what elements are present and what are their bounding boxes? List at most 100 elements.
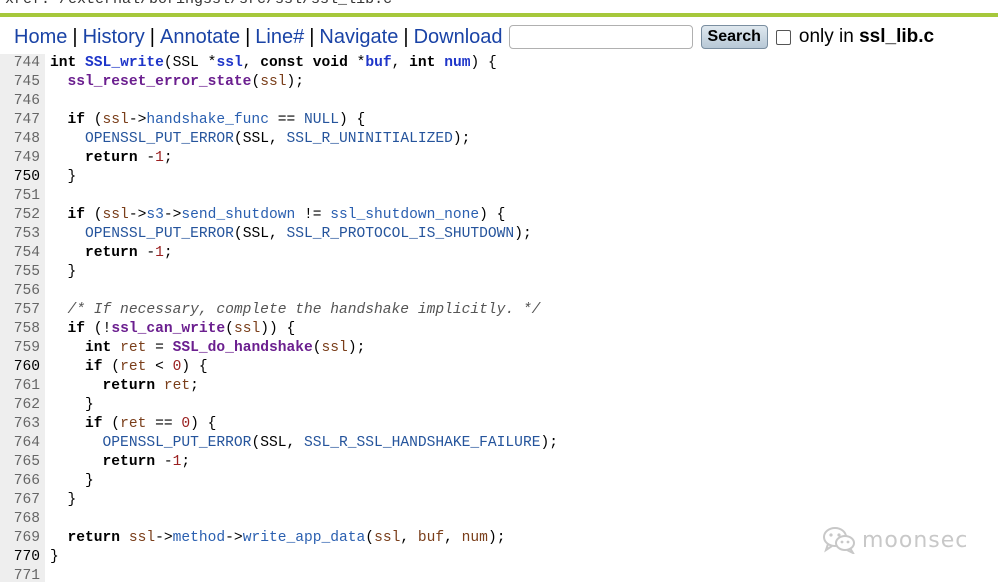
punctuation-token: , xyxy=(400,530,418,546)
line-number-link[interactable]: 750 xyxy=(0,168,45,187)
variable-token[interactable]: buf xyxy=(418,530,444,546)
line-number-link[interactable]: 747 xyxy=(0,111,45,130)
line-number-link[interactable]: 759 xyxy=(0,339,45,358)
code-line: 756 xyxy=(0,282,998,301)
punctuation-token: , xyxy=(268,131,287,147)
line-numbers-link[interactable]: Line# xyxy=(255,26,304,49)
variable-token[interactable]: ssl xyxy=(103,207,129,223)
variable-token[interactable]: ssl xyxy=(322,340,348,356)
line-number-link[interactable]: 746 xyxy=(0,92,45,111)
macro-token[interactable]: SSL_R_UNINITIALIZED xyxy=(286,131,452,147)
line-number-link[interactable]: 760 xyxy=(0,358,45,377)
line-number-link[interactable]: 771 xyxy=(0,567,45,582)
line-number-link[interactable]: 744 xyxy=(0,54,45,73)
punctuation-token xyxy=(50,207,68,223)
macro-token[interactable]: SSL_R_SSL_HANDSHAKE_FAILURE xyxy=(304,435,540,451)
line-number-link[interactable]: 756 xyxy=(0,282,45,301)
variable-token[interactable]: ssl xyxy=(103,112,129,128)
variable-token[interactable]: ret xyxy=(120,340,146,356)
variable-token[interactable]: ret xyxy=(164,378,190,394)
line-number-link[interactable]: 763 xyxy=(0,415,45,434)
line-number-link[interactable]: 761 xyxy=(0,377,45,396)
xref-path-link[interactable]: /external/boringssl/src/ssl/ssl_lib.c xyxy=(59,0,392,8)
code-text: } xyxy=(45,492,77,508)
punctuation-token: ; xyxy=(163,150,173,166)
line-number-link[interactable]: 757 xyxy=(0,301,45,320)
variable-token[interactable]: ret xyxy=(120,416,146,432)
line-number-link[interactable]: 752 xyxy=(0,206,45,225)
code-text: } xyxy=(45,397,94,413)
punctuation-token: ( xyxy=(233,226,243,242)
definition-token[interactable]: SSL_write xyxy=(85,55,164,71)
variable-token[interactable]: ssl xyxy=(234,321,260,337)
code-text: OPENSSL_PUT_ERROR(SSL, SSL_R_SSL_HANDSHA… xyxy=(45,435,558,451)
only-in-file-checkbox[interactable] xyxy=(775,29,791,45)
member-token[interactable]: handshake_func xyxy=(146,112,269,128)
line-number-link[interactable]: 767 xyxy=(0,491,45,510)
code-text: /* If necessary, complete the handshake … xyxy=(45,302,541,318)
line-number-link[interactable]: 753 xyxy=(0,225,45,244)
macro-token[interactable]: SSL_R_PROTOCOL_IS_SHUTDOWN xyxy=(286,226,514,242)
line-number-link[interactable]: 745 xyxy=(0,73,45,92)
keyword-token: return xyxy=(85,150,138,166)
definition-token[interactable]: buf xyxy=(365,55,391,71)
line-number-link[interactable]: 754 xyxy=(0,244,45,263)
function-call-token[interactable]: ssl_can_write xyxy=(111,321,225,337)
variable-token[interactable]: ssl xyxy=(129,530,155,546)
member-token[interactable]: s3 xyxy=(146,207,164,223)
line-number-link[interactable]: 762 xyxy=(0,396,45,415)
variable-token[interactable]: num xyxy=(462,530,488,546)
type-token[interactable]: SSL xyxy=(243,131,269,147)
keyword-token: if xyxy=(85,416,103,432)
navigate-link[interactable]: Navigate xyxy=(319,26,398,49)
line-number-link[interactable]: 748 xyxy=(0,130,45,149)
definition-token[interactable]: ssl xyxy=(216,55,242,71)
member-token[interactable]: send_shutdown xyxy=(181,207,295,223)
history-link[interactable]: History xyxy=(83,26,145,49)
line-number-link[interactable]: 764 xyxy=(0,434,45,453)
line-number-link[interactable]: 751 xyxy=(0,187,45,206)
macro-token[interactable]: OPENSSL_PUT_ERROR xyxy=(85,226,234,242)
punctuation-token: - xyxy=(137,150,156,166)
punctuation-token xyxy=(50,321,68,337)
code-text: if (!ssl_can_write(ssl)) { xyxy=(45,321,296,337)
keyword-token: int xyxy=(85,340,112,356)
type-token[interactable]: SSL xyxy=(173,55,199,71)
only-in-file-label: only in ssl_lib.c xyxy=(799,26,934,48)
variable-token[interactable]: ret xyxy=(120,359,146,375)
search-button[interactable]: Search xyxy=(700,25,768,49)
type-token[interactable]: SSL xyxy=(243,226,269,242)
macro-token[interactable]: OPENSSL_PUT_ERROR xyxy=(85,131,234,147)
search-input[interactable] xyxy=(508,25,693,49)
macro-token[interactable]: OPENSSL_PUT_ERROR xyxy=(103,435,252,451)
function-call-token[interactable]: ssl_reset_error_state xyxy=(68,74,252,90)
code-line: 764 OPENSSL_PUT_ERROR(SSL, SSL_R_SSL_HAN… xyxy=(0,434,998,453)
line-number-link[interactable]: 769 xyxy=(0,529,45,548)
code-line: 759 int ret = SSL_do_handshake(ssl); xyxy=(0,339,998,358)
line-number-link[interactable]: 749 xyxy=(0,149,45,168)
variable-token[interactable]: ssl xyxy=(374,530,400,546)
line-number-link[interactable]: 766 xyxy=(0,472,45,491)
line-number-link[interactable]: 765 xyxy=(0,453,45,472)
punctuation-token xyxy=(111,340,120,356)
member-token[interactable]: write_app_data xyxy=(243,530,366,546)
nav-separator: | xyxy=(245,25,251,48)
line-number-link[interactable]: 755 xyxy=(0,263,45,282)
home-link[interactable]: Home xyxy=(14,26,67,49)
punctuation-token: * xyxy=(347,55,366,71)
definition-token[interactable]: num xyxy=(444,55,470,71)
function-call-token[interactable]: SSL_do_handshake xyxy=(173,340,313,356)
member-token[interactable]: method xyxy=(173,530,226,546)
type-token[interactable]: SSL xyxy=(260,435,286,451)
line-number-link[interactable]: 768 xyxy=(0,510,45,529)
annotate-link[interactable]: Annotate xyxy=(160,26,240,49)
member-token[interactable]: ssl_shutdown_none xyxy=(330,207,479,223)
download-link[interactable]: Download xyxy=(414,26,503,49)
macro-token[interactable]: NULL xyxy=(304,112,339,128)
code-line: 760 if (ret < 0) { xyxy=(0,358,998,377)
variable-token[interactable]: ssl xyxy=(260,74,286,90)
punctuation-token: } xyxy=(50,473,94,489)
line-number-link[interactable]: 770 xyxy=(0,548,45,567)
line-number-link[interactable]: 758 xyxy=(0,320,45,339)
